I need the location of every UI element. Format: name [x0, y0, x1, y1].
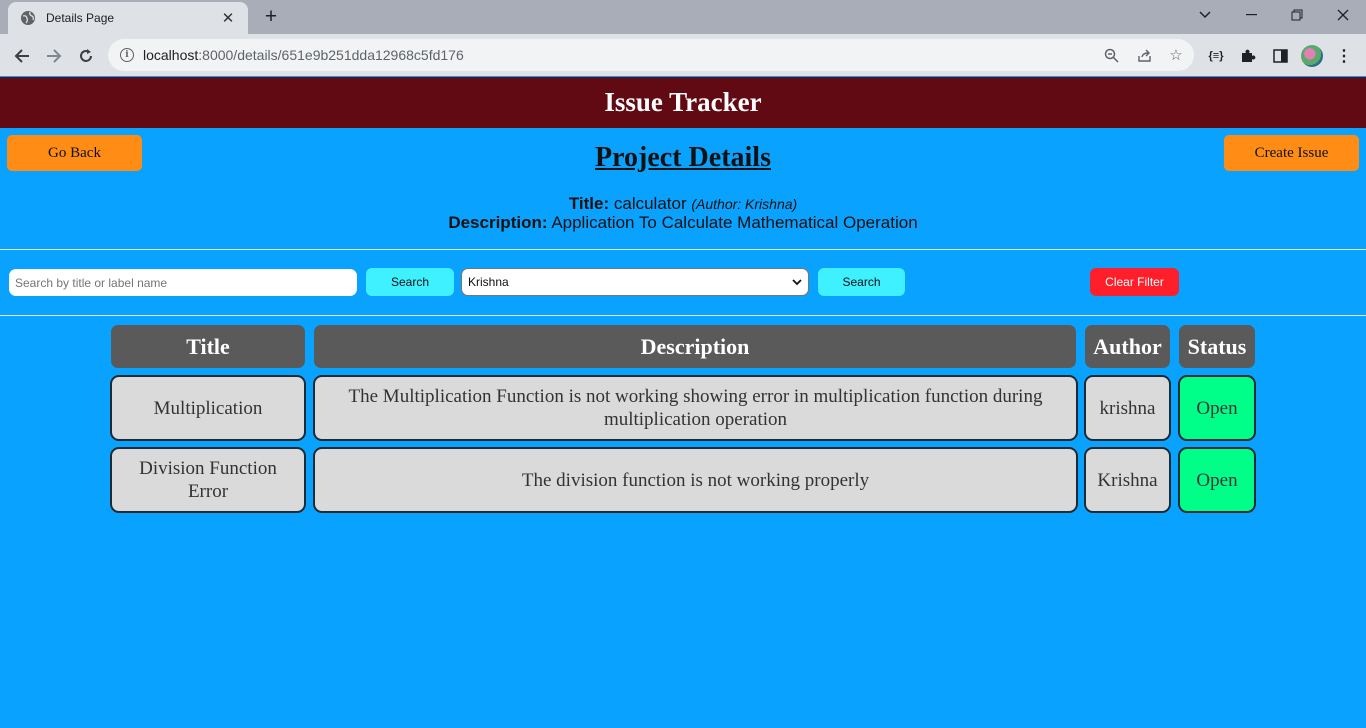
browser-toolbar: i localhost:8000/details/651e9b251dda129…	[0, 34, 1366, 76]
profile-avatar[interactable]	[1301, 45, 1323, 67]
minimize-icon[interactable]	[1228, 0, 1274, 30]
project-title-label: Title:	[568, 194, 610, 213]
tab-search-chevron-icon[interactable]	[1182, 0, 1228, 30]
issue-description-cell: The division function is not working pro…	[313, 447, 1078, 513]
clear-filter-button[interactable]: Clear Filter	[1090, 268, 1179, 296]
side-panel-icon[interactable]	[1269, 45, 1291, 67]
chevron-down-icon	[792, 275, 802, 289]
author-search-button[interactable]: Search	[818, 268, 905, 296]
project-title-value: calculator	[613, 194, 687, 213]
share-icon[interactable]	[1134, 45, 1154, 65]
page-title: Project Details	[595, 142, 771, 173]
app-header: Issue Tracker	[0, 77, 1366, 128]
site-info-icon[interactable]: i	[120, 48, 134, 62]
issue-status-badge: Open	[1178, 447, 1256, 513]
zoom-icon[interactable]	[1101, 45, 1121, 65]
browser-tab[interactable]: Details Page ✕	[8, 2, 248, 34]
close-tab-icon[interactable]: ✕	[220, 9, 236, 27]
issue-author-cell: krishna	[1084, 375, 1171, 441]
menu-kebab-icon[interactable]: ⋮	[1333, 45, 1355, 67]
project-description-value: Application To Calculate Mathematical Op…	[551, 213, 918, 232]
project-title-line: Title: calculator (Author: Krishna)	[0, 194, 1366, 214]
divider	[0, 315, 1366, 316]
issue-author-cell: Krishna	[1084, 447, 1171, 513]
search-button[interactable]: Search	[366, 268, 454, 296]
divider	[0, 249, 1366, 250]
globe-icon	[20, 10, 36, 26]
json-extension-icon[interactable]: {≡}	[1205, 45, 1227, 67]
author-select[interactable]: Krishna	[461, 268, 809, 296]
project-description-label: Description:	[448, 213, 548, 232]
column-header-title: Title	[111, 325, 305, 368]
restore-icon[interactable]	[1274, 0, 1320, 30]
reload-icon[interactable]	[72, 42, 100, 70]
project-author-note: (Author: Krishna)	[691, 196, 798, 212]
address-bar[interactable]: i localhost:8000/details/651e9b251dda129…	[108, 39, 1194, 71]
column-header-description: Description	[314, 325, 1076, 368]
bookmark-star-icon[interactable]: ☆	[1166, 45, 1186, 65]
back-arrow-icon[interactable]	[8, 42, 36, 70]
new-tab-icon[interactable]: +	[258, 4, 284, 30]
column-header-status: Status	[1179, 325, 1255, 368]
issue-description-cell: The Multiplication Function is not worki…	[313, 375, 1078, 441]
issue-title-cell[interactable]: Multiplication	[110, 375, 306, 441]
forward-arrow-icon[interactable]	[40, 42, 68, 70]
search-input[interactable]: Search by title or label name	[9, 269, 357, 296]
browser-tab-strip: Details Page ✕ +	[0, 0, 1366, 34]
author-select-value: Krishna	[468, 275, 509, 289]
url-text: localhost:8000/details/651e9b251dda12968…	[143, 47, 464, 63]
extensions-puzzle-icon[interactable]	[1237, 45, 1259, 67]
create-issue-button[interactable]: Create Issue	[1224, 135, 1359, 171]
issue-title-cell[interactable]: Division Function Error	[110, 447, 306, 513]
issue-status-badge: Open	[1178, 375, 1256, 441]
close-window-icon[interactable]	[1320, 0, 1366, 30]
tab-title: Details Page	[46, 11, 115, 25]
project-description-line: Description: Application To Calculate Ma…	[0, 213, 1366, 233]
column-header-author: Author	[1085, 325, 1170, 368]
